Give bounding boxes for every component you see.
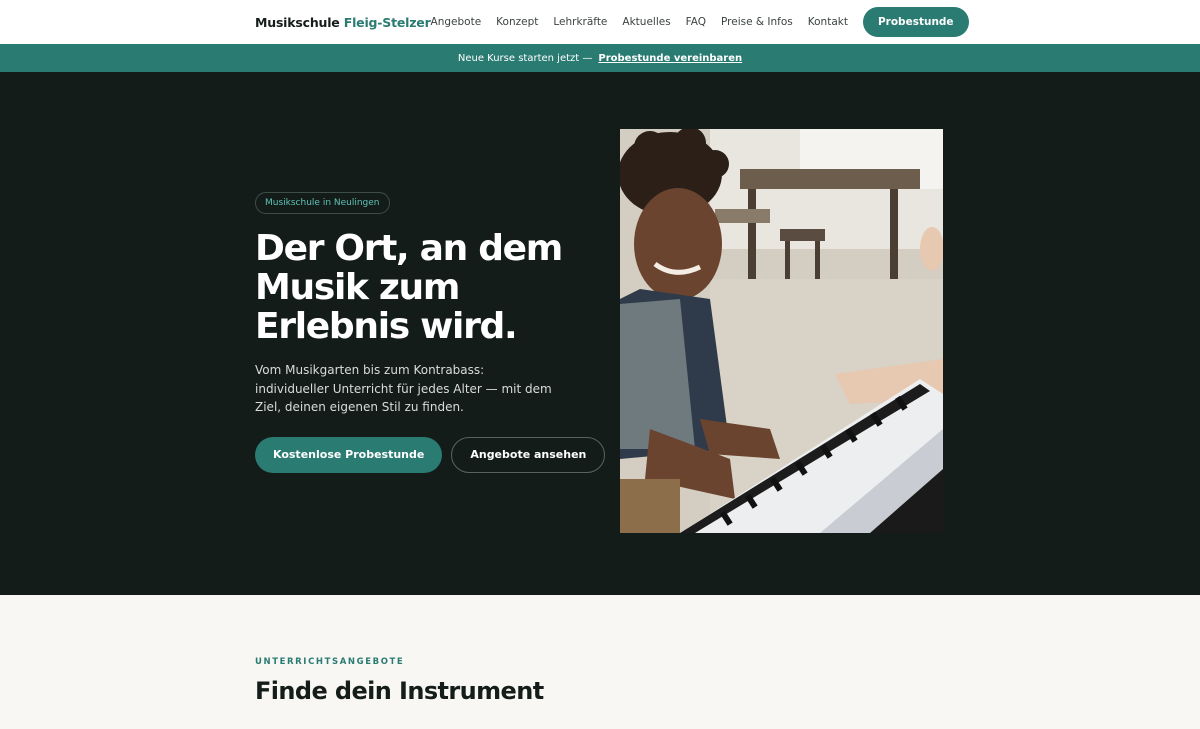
- location-badge: Musikschule in Neulingen: [255, 192, 390, 214]
- site-header: Musikschule Fleig-Stelzer Angebote Konze…: [0, 0, 1200, 44]
- hero-description: Vom Musikgarten bis zum Kontrabass: indi…: [255, 363, 552, 414]
- probestunde-button[interactable]: Probestunde: [862, 7, 969, 37]
- view-offers-button[interactable]: Angebote ansehen: [451, 436, 606, 473]
- nav-item-konzept[interactable]: Konzept: [496, 16, 538, 28]
- piano-lesson-illustration: [620, 129, 943, 533]
- logo-main-text: Musikschule: [255, 14, 340, 30]
- main-nav: Angebote Konzept Lehrkräfte Aktuelles FA…: [431, 7, 969, 37]
- free-trial-button[interactable]: Kostenlose Probestunde: [255, 436, 443, 473]
- nav-item-preise-infos[interactable]: Preise & Infos: [721, 16, 793, 28]
- nav-item-faq[interactable]: FAQ: [686, 16, 706, 28]
- logo-accent-text: Fleig-Stelzer: [343, 14, 431, 30]
- announcement-banner: Neue Kurse starten jetzt — Probestunde v…: [0, 44, 1200, 72]
- section-title: Finde dein Instrument: [255, 677, 544, 705]
- nav-item-aktuelles[interactable]: Aktuelles: [622, 16, 670, 28]
- hero-content: Musikschule in Neulingen Der Ort, an dem…: [255, 190, 606, 473]
- hero-title-line-1: Der Ort, an dem: [255, 228, 563, 269]
- site-logo[interactable]: Musikschule Fleig-Stelzer: [255, 15, 431, 30]
- hero-photo-piano: [620, 129, 943, 533]
- nav-item-kontakt[interactable]: Kontakt: [808, 16, 848, 28]
- hero-buttons: Kostenlose Probestunde Angebote ansehen: [255, 436, 606, 473]
- banner-link[interactable]: Probestunde vereinbaren: [598, 53, 742, 64]
- hero-title-line-2: Musik zum: [255, 267, 460, 308]
- hero-title-line-3: Erlebnis wird.: [255, 306, 518, 347]
- lessons-section: UNTERRICHTSANGEBOTE Finde dein Instrumen…: [0, 595, 1200, 705]
- nav-item-lehrkraefte[interactable]: Lehrkräfte: [553, 16, 607, 28]
- hero-title: Der Ort, an dem Musik zum Erlebnis wird.: [255, 229, 585, 346]
- hero-section: Musikschule in Neulingen Der Ort, an dem…: [0, 72, 1200, 595]
- nav-item-angebote[interactable]: Angebote: [431, 16, 482, 28]
- section-eyebrow: UNTERRICHTSANGEBOTE: [255, 657, 405, 667]
- banner-text: Neue Kurse starten jetzt —: [457, 52, 593, 64]
